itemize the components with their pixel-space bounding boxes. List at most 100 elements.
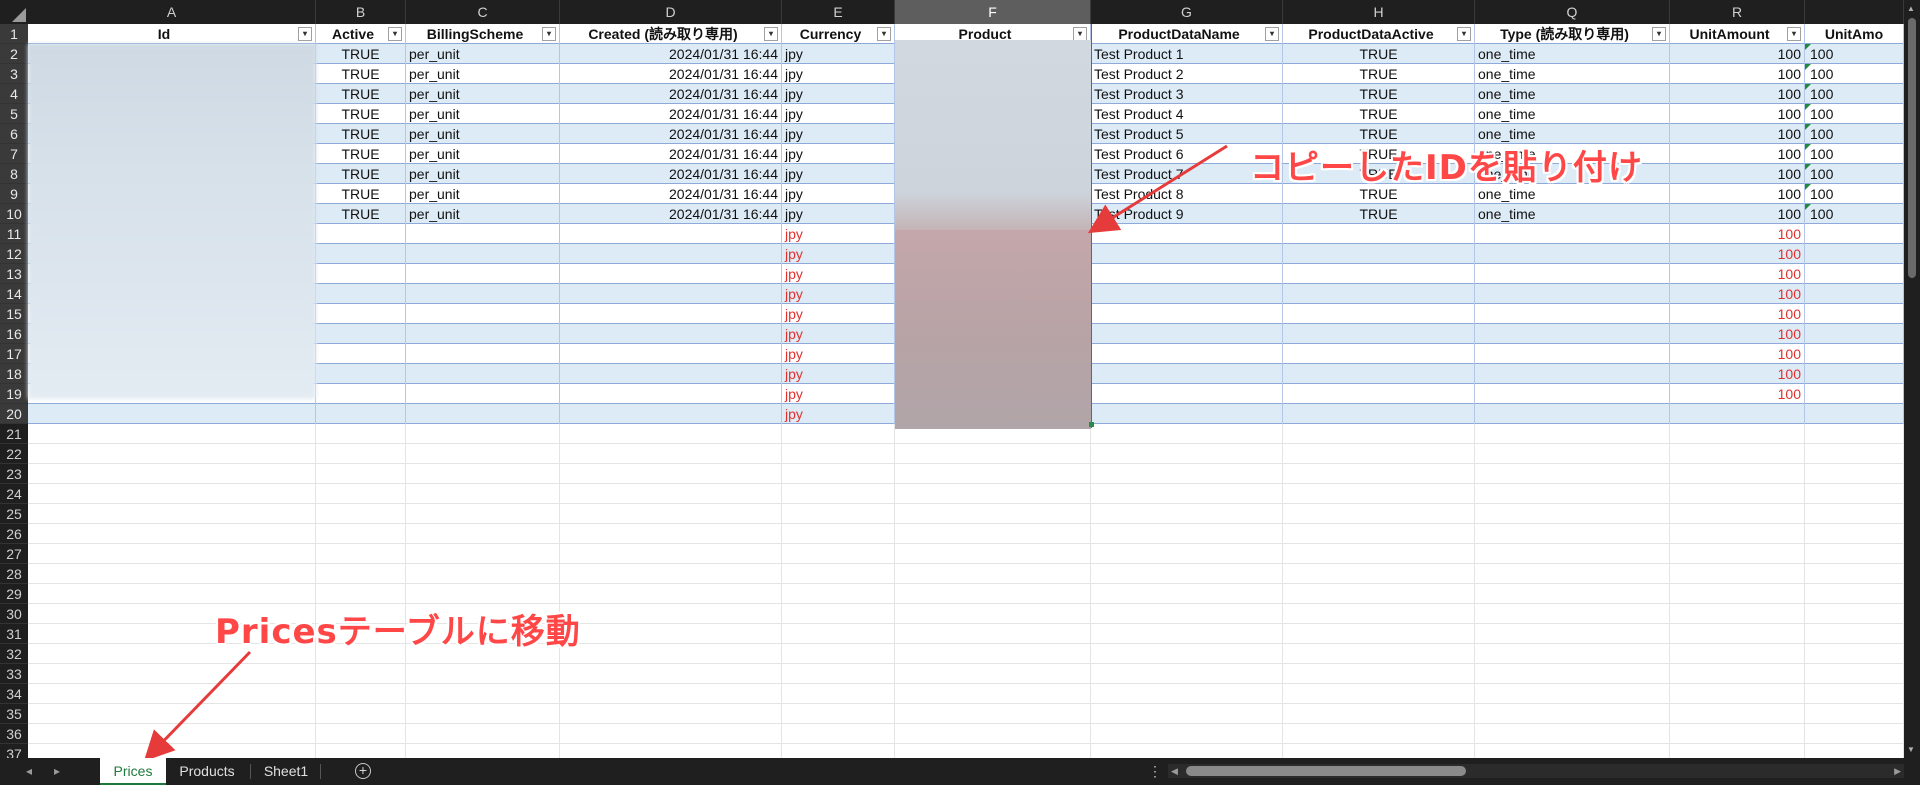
cell-billing[interactable]: per_unit — [406, 44, 560, 64]
cell-type[interactable] — [1475, 344, 1670, 364]
cell-type[interactable]: one_time — [1475, 104, 1670, 124]
empty-cell[interactable] — [28, 524, 316, 544]
spreadsheet-grid[interactable]: ABCDEFGHQR 1 Id ▾ Active ▾ BillingScheme ▾ Crea… — [0, 0, 1920, 758]
empty-cell[interactable] — [782, 664, 895, 684]
empty-cell[interactable] — [28, 464, 316, 484]
cell-billing[interactable]: per_unit — [406, 124, 560, 144]
empty-cell[interactable] — [782, 624, 895, 644]
empty-cell[interactable] — [1475, 464, 1670, 484]
empty-cell[interactable] — [406, 464, 560, 484]
empty-cell[interactable] — [406, 424, 560, 444]
empty-cell[interactable] — [1805, 584, 1904, 604]
cell-created[interactable] — [560, 324, 782, 344]
cell-created[interactable] — [560, 384, 782, 404]
empty-cell[interactable] — [560, 604, 782, 624]
cell-created[interactable]: 2024/01/31 16:44 — [560, 204, 782, 224]
cell-amount2[interactable]: 100 — [1805, 164, 1904, 184]
column-header-E[interactable]: E — [782, 0, 895, 24]
cell-amount[interactable]: 100 — [1670, 204, 1805, 224]
cell-created[interactable]: 2024/01/31 16:44 — [560, 164, 782, 184]
cell-active[interactable]: TRUE — [316, 104, 406, 124]
empty-cell[interactable] — [1805, 664, 1904, 684]
row-header[interactable]: 13 — [0, 264, 28, 284]
empty-cell[interactable] — [560, 584, 782, 604]
cell-amount2[interactable] — [1805, 404, 1904, 424]
row-header[interactable]: 7 — [0, 144, 28, 164]
cell-name[interactable] — [1091, 344, 1283, 364]
empty-cell[interactable] — [1091, 724, 1283, 744]
cell-amount[interactable]: 100 — [1670, 124, 1805, 144]
empty-cell[interactable] — [1091, 704, 1283, 724]
fill-handle[interactable] — [1089, 422, 1094, 427]
empty-cell[interactable] — [316, 744, 406, 758]
cell-active[interactable]: TRUE — [316, 124, 406, 144]
cell-active[interactable]: TRUE — [316, 184, 406, 204]
cell-active[interactable]: TRUE — [316, 84, 406, 104]
cell-currency[interactable]: jpy — [782, 144, 895, 164]
filter-dropdown-icon[interactable]: ▾ — [1265, 27, 1279, 41]
cell-pactive[interactable] — [1283, 324, 1475, 344]
cell-amount2[interactable]: 100 — [1805, 64, 1904, 84]
empty-cell[interactable] — [782, 524, 895, 544]
empty-cell[interactable] — [1091, 584, 1283, 604]
cell-amount[interactable]: 100 — [1670, 44, 1805, 64]
filter-dropdown-icon[interactable]: ▾ — [1457, 27, 1471, 41]
cell-pactive[interactable]: TRUE — [1283, 84, 1475, 104]
empty-cell[interactable] — [1805, 524, 1904, 544]
empty-cell[interactable] — [28, 484, 316, 504]
empty-cell[interactable] — [782, 644, 895, 664]
cell-created[interactable] — [560, 404, 782, 424]
table-header-cell[interactable]: BillingScheme ▾ — [406, 24, 560, 44]
empty-cell[interactable] — [406, 584, 560, 604]
row-header[interactable]: 30 — [0, 604, 28, 624]
empty-cell[interactable] — [1475, 624, 1670, 644]
column-header-A[interactable]: A — [28, 0, 316, 24]
cell-amount2[interactable] — [1805, 264, 1904, 284]
empty-cell[interactable] — [1283, 524, 1475, 544]
cell-currency[interactable]: jpy — [782, 104, 895, 124]
filter-dropdown-icon[interactable]: ▾ — [388, 27, 402, 41]
empty-cell[interactable] — [28, 744, 316, 758]
empty-cell[interactable] — [1283, 504, 1475, 524]
cell-created[interactable]: 2024/01/31 16:44 — [560, 104, 782, 124]
row-header[interactable]: 21 — [0, 424, 28, 444]
empty-cell[interactable] — [895, 604, 1091, 624]
select-all-corner[interactable] — [0, 0, 29, 24]
row-header[interactable]: 2 — [0, 44, 28, 64]
row-header[interactable]: 37 — [0, 744, 28, 758]
row-header[interactable]: 19 — [0, 384, 28, 404]
cell-billing[interactable]: per_unit — [406, 84, 560, 104]
empty-cell[interactable] — [1091, 744, 1283, 758]
tab-nav-next-icon[interactable]: ▸ — [44, 758, 70, 785]
cell-billing[interactable] — [406, 244, 560, 264]
cell-amount[interactable]: 100 — [1670, 324, 1805, 344]
empty-cell[interactable] — [1805, 564, 1904, 584]
empty-cell[interactable] — [28, 664, 316, 684]
row-header[interactable]: 15 — [0, 304, 28, 324]
empty-cell[interactable] — [895, 564, 1091, 584]
row-header[interactable]: 27 — [0, 544, 28, 564]
cell-name[interactable] — [1091, 284, 1283, 304]
cell-billing[interactable] — [406, 304, 560, 324]
scroll-down-icon[interactable]: ▼ — [1907, 745, 1915, 754]
table-header-cell[interactable]: Type (読み取り専用) ▾ — [1475, 24, 1670, 44]
cell-billing[interactable] — [406, 224, 560, 244]
empty-cell[interactable] — [1475, 444, 1670, 464]
cell-currency[interactable]: jpy — [782, 204, 895, 224]
vertical-scroll-thumb[interactable] — [1908, 18, 1916, 278]
empty-cell[interactable] — [406, 564, 560, 584]
empty-cell[interactable] — [1283, 624, 1475, 644]
row-header[interactable]: 17 — [0, 344, 28, 364]
cell-amount[interactable]: 100 — [1670, 84, 1805, 104]
cell-amount[interactable]: 100 — [1670, 384, 1805, 404]
empty-cell[interactable] — [1670, 604, 1805, 624]
cell-name[interactable]: Test Product 1 — [1091, 44, 1283, 64]
cell-amount2[interactable] — [1805, 244, 1904, 264]
empty-cell[interactable] — [1283, 544, 1475, 564]
filter-dropdown-icon[interactable]: ▾ — [542, 27, 556, 41]
tab-products[interactable]: Products — [170, 758, 244, 785]
cell-created[interactable] — [560, 244, 782, 264]
empty-cell[interactable] — [1091, 504, 1283, 524]
empty-cell[interactable] — [316, 444, 406, 464]
cell-name[interactable] — [1091, 224, 1283, 244]
